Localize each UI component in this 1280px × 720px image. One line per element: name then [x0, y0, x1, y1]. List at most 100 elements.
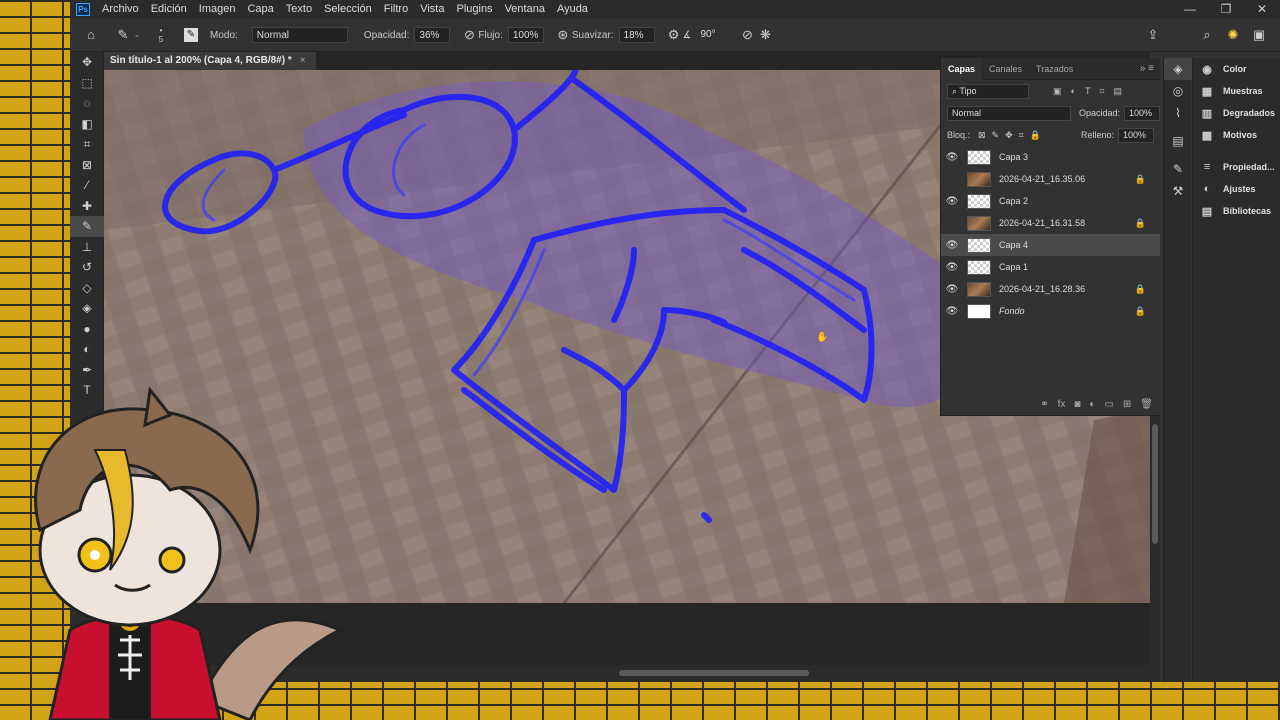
paths-panel-icon[interactable]: ⌇: [1164, 102, 1192, 124]
layer-filter-select[interactable]: ⌕ Tipo: [947, 83, 1029, 99]
panel-properties[interactable]: ≡ Propiedad...: [1193, 156, 1280, 178]
link-icon[interactable]: ⚭: [1040, 399, 1048, 410]
layer-fill-field[interactable]: 100%: [1118, 127, 1154, 143]
eyedropper-tool-icon[interactable]: ⁄: [70, 175, 104, 196]
layer-row[interactable]: 👁 Capa 2: [941, 190, 1160, 212]
brush-tool-icon[interactable]: ✎: [70, 216, 104, 237]
pressure-opacity-icon[interactable]: ⊘: [460, 26, 478, 44]
paint-bucket-tool-icon[interactable]: ◈: [70, 298, 104, 319]
new-layer-icon[interactable]: ⊞: [1123, 399, 1131, 410]
layer-list: 👁 Capa 3 2026-04-21_16.35.06 🔒 👁 Capa 2 2026-0…: [941, 146, 1160, 322]
chevron-down-icon[interactable]: ⌄: [132, 26, 142, 44]
brush-icon[interactable]: ✎: [114, 26, 132, 44]
tool-presets-panel-icon[interactable]: ⚒: [1164, 180, 1192, 202]
channels-panel-icon[interactable]: ◎: [1164, 80, 1192, 102]
share-icon[interactable]: ⇪: [1144, 26, 1162, 44]
close-tab-icon[interactable]: ×: [300, 55, 306, 66]
visibility-eye-icon[interactable]: 👁: [941, 152, 963, 163]
layer-thumbnail: [967, 281, 991, 297]
minimize-icon[interactable]: —: [1172, 0, 1208, 19]
folder-icon[interactable]: ▭: [1104, 399, 1113, 410]
tab-capas[interactable]: Capas: [941, 57, 983, 80]
marquee-tool-icon[interactable]: ⬚: [70, 73, 104, 94]
opacity-field[interactable]: 36%: [414, 27, 451, 43]
menu-seleccion[interactable]: Selección: [318, 0, 378, 19]
mode-select[interactable]: Normal: [251, 27, 348, 43]
airbrush-icon[interactable]: ⊛: [554, 26, 572, 44]
brush-size-preview[interactable]: • 5: [148, 26, 174, 44]
panel-color[interactable]: ◉ Color: [1193, 58, 1280, 80]
visibility-eye-icon[interactable]: 👁: [941, 240, 963, 251]
tab-trazados[interactable]: Trazados: [1029, 58, 1080, 80]
filter-icons[interactable]: ▣◐T⌗▤: [1053, 86, 1131, 97]
pressure-size-icon[interactable]: ⊘: [739, 26, 757, 44]
menu-plugins[interactable]: Plugins: [450, 0, 498, 19]
layer-row[interactable]: 2026-04-21_16.35.06 🔒: [941, 168, 1160, 190]
layer-row[interactable]: 2026-04-21_16.31.58 🔒: [941, 212, 1160, 234]
stamp-tool-icon[interactable]: ⊥: [70, 237, 104, 258]
close-icon[interactable]: ✕: [1244, 0, 1280, 19]
eraser-tool-icon[interactable]: ◇: [70, 278, 104, 299]
document-tab[interactable]: Sin título-1 al 200% (Capa 4, RGB/8#) * ×: [104, 52, 316, 70]
gear-icon[interactable]: ⚙: [665, 26, 683, 44]
visibility-eye-icon[interactable]: 👁: [941, 306, 963, 317]
layers-panel-icon[interactable]: ◈: [1164, 58, 1192, 80]
vertical-scrollbar[interactable]: [1150, 416, 1160, 682]
panel-patterns[interactable]: ▩ Motivos: [1193, 124, 1280, 146]
panel-adjustments[interactable]: ◐ Ajustes: [1193, 178, 1280, 200]
blur-tool-icon[interactable]: ●: [70, 319, 104, 340]
visibility-eye-icon[interactable]: 👁: [941, 196, 963, 207]
horizontal-scroll-thumb[interactable]: [619, 670, 809, 676]
menu-ayuda[interactable]: Ayuda: [551, 0, 594, 19]
panel-swatches[interactable]: ▦ Muestras: [1193, 80, 1280, 102]
menu-imagen[interactable]: Imagen: [193, 0, 242, 19]
angle-field[interactable]: 90°: [697, 27, 729, 43]
lightbulb-icon[interactable]: ✺: [1224, 26, 1242, 44]
restore-icon[interactable]: ❐: [1208, 0, 1244, 19]
move-tool-icon[interactable]: ✥: [70, 52, 104, 73]
panel-gradients[interactable]: ▥ Degradados: [1193, 102, 1280, 124]
dodge-tool-icon[interactable]: ◐: [70, 339, 104, 360]
healing-tool-icon[interactable]: ✚: [70, 196, 104, 217]
menu-filtro[interactable]: Filtro: [378, 0, 414, 19]
workspace-icon[interactable]: ▣: [1250, 26, 1268, 44]
brush-settings-icon[interactable]: ✎: [184, 28, 198, 42]
fx-icon[interactable]: fx: [1058, 399, 1066, 410]
menu-vista[interactable]: Vista: [414, 0, 450, 19]
crop-tool-icon[interactable]: ⌗: [70, 134, 104, 155]
home-icon[interactable]: ⌂: [82, 26, 100, 44]
symmetry-icon[interactable]: ❋: [757, 26, 775, 44]
lasso-tool-icon[interactable]: ◌: [70, 93, 104, 114]
layer-row[interactable]: 👁 Fondo 🔒: [941, 300, 1160, 322]
frame-tool-icon[interactable]: ⊠: [70, 155, 104, 176]
vertical-scroll-thumb[interactable]: [1152, 424, 1158, 544]
menu-ventana[interactable]: Ventana: [499, 0, 551, 19]
mask-icon[interactable]: ◙: [1074, 399, 1080, 410]
adjustment-icon[interactable]: ◐: [1089, 399, 1095, 410]
layer-row[interactable]: 👁 2026-04-21_16.28.36 🔒: [941, 278, 1160, 300]
menu-archivo[interactable]: Archivo: [96, 0, 145, 19]
menu-edicion[interactable]: Edición: [145, 0, 193, 19]
brush-settings-panel-icon[interactable]: ✎: [1164, 158, 1192, 180]
layer-row[interactable]: 👁 Capa 3: [941, 146, 1160, 168]
menu-capa[interactable]: Capa: [241, 0, 279, 19]
visibility-eye-icon[interactable]: 👁: [941, 262, 963, 273]
blend-mode-select[interactable]: Normal: [947, 105, 1071, 121]
comments-panel-icon[interactable]: ▤: [1164, 130, 1192, 152]
trash-icon[interactable]: 🗑: [1140, 399, 1153, 410]
menu-texto[interactable]: Texto: [280, 0, 318, 19]
lock-icons[interactable]: ⊠✎✥⌗🔒: [978, 130, 1047, 141]
smoothing-field[interactable]: 18%: [618, 27, 655, 43]
search-icon[interactable]: ⌕: [1198, 26, 1216, 44]
pen-tool-icon[interactable]: ✒: [70, 360, 104, 381]
layer-row[interactable]: 👁 Capa 1: [941, 256, 1160, 278]
flow-field[interactable]: 100%: [507, 27, 544, 43]
object-select-tool-icon[interactable]: ◧: [70, 114, 104, 135]
panel-menu-icon[interactable]: » ≡: [1140, 63, 1154, 74]
history-brush-tool-icon[interactable]: ↺: [70, 257, 104, 278]
layer-row[interactable]: 👁 Capa 4: [941, 234, 1160, 256]
visibility-eye-icon[interactable]: 👁: [941, 284, 963, 295]
layer-opacity-field[interactable]: 100%: [1124, 105, 1161, 121]
panel-libraries[interactable]: ▤ Bibliotecas: [1193, 200, 1280, 222]
tab-canales[interactable]: Canales: [982, 58, 1029, 80]
